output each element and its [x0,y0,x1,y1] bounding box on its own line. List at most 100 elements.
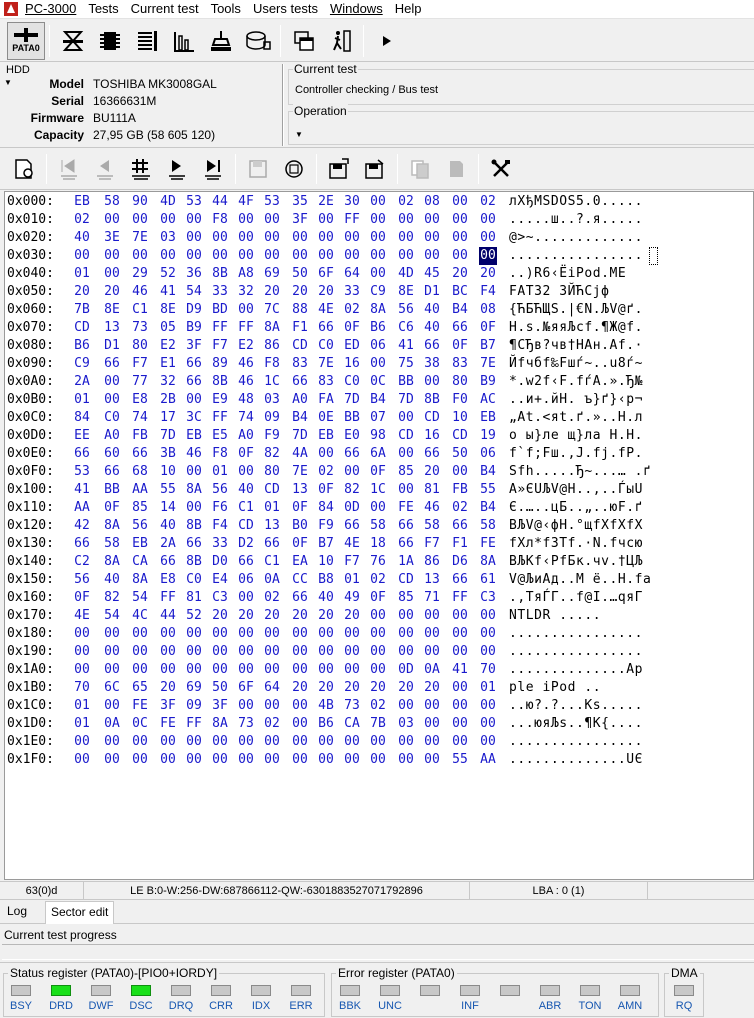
hex-byte[interactable]: FE [159,715,177,733]
hex-byte[interactable]: 66 [317,319,335,337]
hex-byte[interactable]: 00 [479,229,497,247]
hex-byte[interactable]: 06 [237,571,255,589]
hex-byte[interactable]: 00 [73,643,91,661]
hex-byte[interactable]: 02 [343,301,361,319]
hex-byte[interactable]: 00 [451,715,469,733]
tab-sector-edit[interactable]: Sector edit [45,901,115,924]
hex-byte[interactable]: 55 [159,481,177,499]
hex-byte[interactable]: 7B [369,715,387,733]
hex-byte[interactable]: 00 [479,247,497,265]
hex-byte[interactable]: 3F [291,211,309,229]
hex-byte[interactable]: 00 [397,625,415,643]
ascii-text[interactable]: ...юяЉs..¶К{.... [509,715,643,733]
hex-byte[interactable]: 00 [103,661,121,679]
hex-byte[interactable]: 00 [73,751,91,769]
hex-byte[interactable]: 00 [451,643,469,661]
hex-byte[interactable]: F7 [343,553,361,571]
hex-byte[interactable]: 00 [369,643,387,661]
hex-byte[interactable]: 20 [317,283,335,301]
log-list-button[interactable] [128,22,165,60]
hex-byte[interactable]: 01 [479,679,497,697]
hex-byte[interactable]: EB [131,535,149,553]
hex-byte[interactable]: 00 [185,751,203,769]
hex-byte[interactable]: 02 [263,589,281,607]
hex-byte[interactable]: 0F [343,319,361,337]
hex-byte[interactable]: 41 [451,661,469,679]
hex-byte[interactable]: 33 [211,283,229,301]
hex-byte[interactable]: 66 [343,517,361,535]
hex-byte[interactable]: 20 [159,679,177,697]
hex-byte[interactable]: 20 [291,283,309,301]
hex-byte[interactable]: 00 [237,589,255,607]
hex-byte[interactable]: 66 [185,373,203,391]
hex-byte[interactable]: D1 [103,337,121,355]
hex-byte[interactable]: BB [103,481,121,499]
hex-byte[interactable]: 00 [479,625,497,643]
hex-byte[interactable]: 00 [479,211,497,229]
hex-byte[interactable]: A0 [237,427,255,445]
ascii-text[interactable]: Є.…..цБ..„..юF.ґ [509,499,643,517]
ascii-text[interactable]: ..и+.йH. ъ}ґ}‹р¬ [509,391,643,409]
hex-byte[interactable]: 00 [237,463,255,481]
hex-byte[interactable]: 83 [291,355,309,373]
hex-byte[interactable]: 3C [185,409,203,427]
hex-byte[interactable]: 13 [103,319,121,337]
hex-byte[interactable]: B6 [317,715,335,733]
hex-byte[interactable]: 7E [317,355,335,373]
hex-byte[interactable]: FF [185,715,203,733]
hex-byte[interactable]: E1 [159,355,177,373]
hex-byte[interactable]: 66 [131,445,149,463]
hex-byte[interactable]: C9 [73,355,91,373]
power-control-button[interactable] [54,22,91,60]
hex-byte[interactable]: 2A [73,373,91,391]
hex-byte[interactable]: CD [73,319,91,337]
hex-byte[interactable]: 00 [237,301,255,319]
hex-byte[interactable]: 75 [397,355,415,373]
hex-byte[interactable]: 06 [479,445,497,463]
hex-byte[interactable]: 56 [131,517,149,535]
hex-byte[interactable]: 70 [73,679,91,697]
hex-byte[interactable]: FF [343,211,361,229]
hex-byte[interactable]: 00 [131,643,149,661]
hex-byte[interactable]: 64 [263,679,281,697]
hex-byte[interactable]: 66 [159,553,177,571]
hex-byte[interactable]: 00 [131,247,149,265]
hex-byte[interactable]: 06 [369,337,387,355]
hex-byte[interactable]: 0C [131,715,149,733]
hex-byte[interactable]: 00 [369,751,387,769]
hex-byte[interactable]: 41 [397,337,415,355]
hex-byte[interactable]: 08 [479,301,497,319]
hex-byte[interactable]: 00 [317,229,335,247]
hex-byte[interactable]: 65 [131,679,149,697]
hex-byte[interactable]: 00 [343,229,361,247]
hex-byte[interactable]: 30 [343,193,361,211]
hex-byte[interactable]: 55 [479,481,497,499]
hex-byte[interactable]: 56 [397,301,415,319]
hex-byte[interactable]: 48 [237,391,255,409]
hex-byte[interactable]: 00 [263,247,281,265]
hex-byte[interactable]: 82 [263,445,281,463]
hex-byte[interactable]: 20 [479,265,497,283]
hex-byte[interactable]: 66 [103,463,121,481]
hex-byte[interactable]: 69 [263,265,281,283]
hex-byte[interactable]: 88 [291,301,309,319]
hex-byte[interactable]: D0 [211,553,229,571]
hex-byte[interactable]: 0F [451,337,469,355]
hex-byte[interactable]: 68 [131,463,149,481]
hex-byte[interactable]: 6C [103,679,121,697]
hex-byte[interactable]: 3B [159,445,177,463]
ascii-text[interactable]: .‚TяЃГ..f@I.…qяГ [509,589,643,607]
hex-byte[interactable]: 00 [185,733,203,751]
hex-byte[interactable]: 00 [73,625,91,643]
hex-byte[interactable]: CC [291,571,309,589]
ascii-text[interactable]: ................ [509,247,643,265]
hex-byte[interactable]: 00 [369,733,387,751]
hex-byte[interactable]: 2E [317,193,335,211]
hex-byte[interactable]: 8A [369,301,387,319]
hex-byte[interactable]: 66 [423,337,441,355]
hex-byte[interactable]: 85 [397,589,415,607]
hex-byte[interactable]: 7E [479,355,497,373]
hex-byte[interactable]: 00 [159,247,177,265]
pata0-port-button[interactable]: PATA0 [7,21,45,60]
hex-byte[interactable]: 66 [397,517,415,535]
